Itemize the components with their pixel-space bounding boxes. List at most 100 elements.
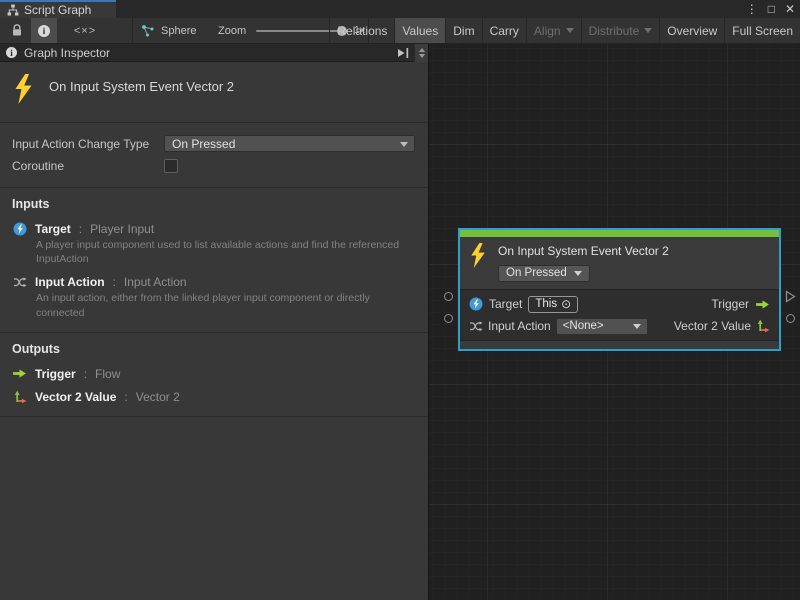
info-icon: i xyxy=(6,47,17,58)
io-head: Input Action : Input Action xyxy=(12,275,415,289)
graph-pointer-icon xyxy=(141,24,155,38)
node-color-bar xyxy=(460,230,779,237)
toolbar: i <×> Sphere Zoom 1x Relations Values Di… xyxy=(0,18,800,44)
toolbar-right-buttons: Relations Values Dim Carry Align Distrib… xyxy=(329,18,800,43)
tab-label: Script Graph xyxy=(24,3,91,17)
lightning-bolt-icon xyxy=(13,74,34,104)
input-action-icon xyxy=(469,319,483,333)
dock-right-icon xyxy=(396,47,410,59)
vector2-icon xyxy=(12,390,27,404)
object-picker-icon[interactable]: ⊙ xyxy=(561,298,571,310)
io-head: Target : Player Input xyxy=(12,222,415,236)
tab-script-graph[interactable]: Script Graph xyxy=(0,0,116,18)
fullscreen-button[interactable]: Full Screen xyxy=(724,18,800,43)
vector2-icon xyxy=(756,319,770,333)
node-title: On Input System Event Vector 2 xyxy=(498,244,669,258)
inspector-fields: Input Action Change Type On Pressed Coro… xyxy=(0,123,428,188)
dock-panel-button[interactable] xyxy=(392,44,414,61)
toolbar-separator xyxy=(132,18,133,43)
relations-button[interactable]: Relations xyxy=(329,18,394,43)
overview-button[interactable]: Overview xyxy=(659,18,724,43)
output-item-vector2: Vector 2 Value : Vector 2 xyxy=(12,390,415,404)
input-item-input-action: Input Action : Input Action An input act… xyxy=(12,275,415,319)
info-icon: i xyxy=(38,25,50,37)
values-button[interactable]: Values xyxy=(394,18,445,43)
trigger-output-port[interactable] xyxy=(785,290,796,308)
node-mode-dropdown[interactable]: On Pressed xyxy=(498,265,590,282)
port-row-inputaction-vector2: Input Action <None> Vector 2 Value xyxy=(460,315,779,337)
tab-bar: Script Graph ⋮ □ ✕ xyxy=(0,0,800,18)
chevron-down-icon xyxy=(574,271,582,276)
change-type-dropdown[interactable]: On Pressed xyxy=(164,135,415,152)
graph-canvas[interactable]: On Input System Event Vector 2 On Presse… xyxy=(429,44,800,600)
chevron-down-icon xyxy=(633,324,641,329)
target-bolt-icon xyxy=(469,297,483,311)
inspector-node-title: On Input System Event Vector 2 xyxy=(49,74,234,94)
on-input-system-event-node[interactable]: On Input System Event Vector 2 On Presse… xyxy=(460,230,779,349)
graph-inspector-header: i Graph Inspector xyxy=(0,44,428,62)
inspector-node-title-block: On Input System Event Vector 2 xyxy=(0,62,428,123)
code-view-button[interactable]: <×> xyxy=(62,18,108,43)
input-action-dropdown[interactable]: <None> xyxy=(556,318,648,335)
graph-inspector-title: Graph Inspector xyxy=(24,46,392,60)
node-header-text: On Input System Event Vector 2 On Presse… xyxy=(498,243,669,282)
lock-button[interactable] xyxy=(4,18,30,43)
coroutine-row: Coroutine xyxy=(12,156,415,175)
lock-icon xyxy=(11,24,23,37)
target-port-group: Target This ⊙ xyxy=(469,296,578,313)
target-bolt-icon xyxy=(12,222,27,236)
coroutine-checkbox[interactable] xyxy=(164,159,178,173)
input-action-port-group: Input Action <None> xyxy=(469,318,648,335)
target-input-port[interactable] xyxy=(444,292,453,301)
zoom-label: Zoom xyxy=(218,25,246,37)
io-description: An input action, either from the linked … xyxy=(36,291,415,319)
node-header[interactable]: On Input System Event Vector 2 On Presse… xyxy=(460,237,779,289)
target-this-button[interactable]: This ⊙ xyxy=(528,296,578,313)
io-head: Vector 2 Value : Vector 2 xyxy=(12,390,415,404)
input-action-port-label: Input Action xyxy=(488,319,551,333)
distribute-button[interactable]: Distribute xyxy=(581,18,660,43)
lightning-bolt-icon xyxy=(469,243,487,268)
io-head: Trigger : Flow xyxy=(12,367,415,381)
menu-icon[interactable]: ⋮ xyxy=(746,3,758,15)
io-description: A player input component used to list av… xyxy=(36,238,415,266)
dim-button[interactable]: Dim xyxy=(445,18,481,43)
vector2-output-port[interactable] xyxy=(786,314,795,323)
port-row-target-trigger: Target This ⊙ Trigger xyxy=(460,293,779,315)
scroll-up-icon[interactable] xyxy=(419,48,425,52)
input-action-icon xyxy=(12,275,27,289)
input-item-target: Target : Player Input A player input com… xyxy=(12,222,415,266)
trigger-port-label: Trigger xyxy=(711,297,749,311)
input-action-input-port[interactable] xyxy=(444,314,453,323)
unity-script-graph-window: Script Graph ⋮ □ ✕ i <×> Sphe xyxy=(0,0,800,600)
inspector-toggle-button[interactable]: i xyxy=(31,18,57,43)
close-icon[interactable]: ✕ xyxy=(785,3,795,15)
graph-inspector-panel: i Graph Inspector On Input System Event … xyxy=(0,44,429,600)
inputs-section: Inputs Target : Player Input A player in… xyxy=(0,188,428,333)
outputs-heading: Outputs xyxy=(12,342,415,356)
maximize-icon[interactable]: □ xyxy=(768,3,775,15)
flow-arrow-icon xyxy=(12,368,27,379)
panel-scroll-buttons[interactable] xyxy=(414,44,428,62)
flow-port-triangle-icon xyxy=(785,290,796,303)
target-port-label: Target xyxy=(489,297,522,311)
change-type-label: Input Action Change Type xyxy=(12,137,164,151)
node-footer xyxy=(460,340,779,349)
vector2-port-label: Vector 2 Value xyxy=(674,319,751,333)
outputs-section: Outputs Trigger : Flow xyxy=(0,333,428,417)
coroutine-label: Coroutine xyxy=(12,159,164,173)
align-button[interactable]: Align xyxy=(526,18,581,43)
inputs-heading: Inputs xyxy=(12,197,415,211)
carry-button[interactable]: Carry xyxy=(482,18,526,43)
window-controls: ⋮ □ ✕ xyxy=(746,0,795,18)
vector2-port-group: Vector 2 Value xyxy=(674,319,770,333)
change-type-row: Input Action Change Type On Pressed xyxy=(12,134,415,153)
node-body: Target This ⊙ Trigger xyxy=(460,289,779,340)
chevron-down-icon xyxy=(400,142,408,147)
output-item-trigger: Trigger : Flow xyxy=(12,367,415,381)
graph-hierarchy-icon xyxy=(7,4,19,16)
graph-context-button[interactable]: Sphere xyxy=(141,18,196,43)
scroll-down-icon[interactable] xyxy=(419,54,425,58)
chevron-down-icon xyxy=(644,28,652,33)
flow-arrow-icon xyxy=(755,299,770,310)
